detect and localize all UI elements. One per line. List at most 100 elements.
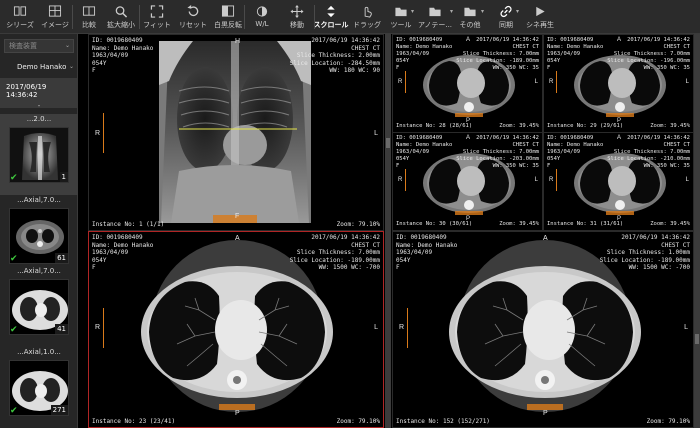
orientation-bottom: P: [235, 410, 240, 417]
toolbar-label: ドラッグ: [353, 21, 381, 29]
toolbar-drag-button[interactable]: ドラッグ: [350, 2, 384, 32]
patient-selector[interactable]: Demo Hanako ⌄: [0, 56, 78, 78]
overlay-instance: Instance No: 31 (31/61): [547, 220, 624, 227]
orientation-top: A: [617, 135, 622, 141]
orientation-left: R: [399, 324, 405, 331]
series-icon: [13, 6, 27, 16]
orientation-right: L: [684, 324, 688, 331]
modality-filter-dropdown[interactable]: 検査装置 ⌄: [4, 39, 74, 53]
series-item-axial-lung[interactable]: ...Axial,7.0... ✔ 41: [0, 266, 78, 347]
viewport-mediastinum-4[interactable]: ID: 0019680409 Name: Demo Hanako 1963/04…: [543, 132, 694, 231]
orientation-bottom: P: [466, 118, 471, 124]
overlay-study-info: 2017/06/19 14:36:42 CHEST CT Slice Thick…: [289, 234, 380, 271]
toolbar-label: リセット: [179, 21, 207, 29]
overlay-patient-info: ID: 0019680409 Name: Demo Hanako 1963/04…: [396, 135, 453, 169]
toolbar-label: スクロール: [313, 21, 349, 29]
overlay-instance: Instance No: 23 (23/41): [92, 417, 176, 425]
overlay-instance: Instance No: 1 (1/1): [92, 220, 165, 228]
toolbar-label: W/L: [255, 20, 269, 28]
orientation-left: R: [95, 324, 101, 331]
toolbar-label: その他: [459, 21, 481, 29]
study-description: -: [37, 102, 41, 110]
toolbar-label: シネ再生: [526, 21, 554, 29]
orientation-right: L: [534, 79, 538, 85]
series-item-axial-thin[interactable]: ...Axial,1.0... ✔ 271: [0, 347, 78, 428]
series-item-axial-mediastinum[interactable]: ...Axial,7.0... ✔ 61: [0, 195, 78, 276]
viewport-scout[interactable]: ID: 0019680409 Name: Demo Hanako 1963/04…: [88, 34, 384, 231]
toolbar-sync-button[interactable]: 同期 ▾: [492, 2, 520, 32]
toolbar-reset-button[interactable]: リセット: [176, 2, 210, 32]
dropdown-caret-icon: ▾: [410, 8, 414, 15]
orientation-bottom: P: [617, 118, 622, 124]
other-icon: [464, 7, 476, 17]
scroll-icon: [327, 5, 335, 18]
scrollbar-thumb[interactable]: [386, 138, 390, 148]
study-item[interactable]: 2017/06/19 14:36:42 -: [0, 78, 78, 110]
overlay-instance: Instance No: 28 (28/61): [396, 122, 473, 129]
toolbar-tool-button[interactable]: ツール ▾: [387, 2, 415, 32]
toolbar-invert-button[interactable]: 白黒反転: [210, 2, 246, 32]
scout-image: [159, 41, 311, 223]
toolbar-label: 比較: [82, 21, 96, 29]
series-item-scout[interactable]: ...2.0... ✔ 1: [0, 114, 78, 195]
overlay-zoom: Zoom: 79.10%: [336, 417, 380, 425]
toolbar-window-level-button[interactable]: W/L: [248, 2, 276, 32]
toolbar-separator: [244, 5, 245, 29]
dropdown-caret-icon: ▾: [449, 8, 453, 15]
modality-filter-placeholder: 検査装置: [9, 42, 37, 50]
cine-play-icon: [536, 6, 545, 17]
toolbar-series-button[interactable]: シリーズ: [2, 2, 38, 32]
orientation-right: L: [685, 177, 689, 183]
toolbar-cine-play-button[interactable]: シネ再生: [523, 2, 557, 32]
app-window: シリーズ イメージ 比較 拡大縮小 フィット リセット 白黒反転 W/L 移動 スクロール ドラッグ…: [0, 0, 700, 428]
viewport-lung-left[interactable]: ID: 0019680409 Name: Demo Hanako 1963/04…: [88, 231, 384, 428]
viewport-lung-right[interactable]: ID: 0019680409 Name: Demo Hanako 1963/04…: [392, 231, 694, 428]
toolbar-label: フィット: [143, 21, 171, 29]
toolbar-label: シリーズ: [6, 21, 34, 29]
orientation-right: L: [374, 130, 378, 137]
reset-icon: [187, 5, 199, 17]
image-count-badge: 41: [55, 324, 68, 334]
viewport-scrollbar[interactable]: [694, 34, 700, 428]
image-count-badge: 271: [50, 405, 68, 415]
viewport-scrollbar[interactable]: [385, 34, 391, 428]
image-viewer: ID: 0019680409 Name: Demo Hanako 1963/04…: [84, 34, 700, 428]
toolbar-scroll-button[interactable]: スクロール: [312, 2, 350, 32]
overlay-instance: Instance No: 29 (29/61): [547, 122, 624, 129]
series-name: ...Axial,7.0...: [17, 196, 61, 204]
sync-icon: [500, 5, 512, 18]
toolbar-pan-button[interactable]: 移動: [283, 2, 311, 32]
toolbar-separator: [72, 5, 73, 29]
overlay-study-info: 2017/06/19 14:36:42 CHEST CT Slice Thick…: [599, 234, 690, 271]
toolbar-zoom-button[interactable]: 拡大縮小: [104, 2, 138, 32]
overlay-zoom: Zoom: 39.45%: [499, 122, 539, 129]
study-datetime: 2017/06/19 14:36:42: [6, 83, 47, 99]
pan-icon: [290, 5, 304, 18]
toolbar-annotation-button[interactable]: アノテー... ▾: [416, 2, 454, 32]
orientation-top: A: [617, 37, 622, 43]
toolbar-other-button[interactable]: その他 ▾: [455, 2, 485, 32]
dropdown-caret-icon: ▾: [515, 8, 519, 15]
orientation-bottom: F: [235, 213, 240, 220]
orientation-right: L: [685, 79, 689, 85]
toolbar-label: アノテー...: [417, 21, 453, 29]
overlay-instance: Instance No: 152 (152/271): [396, 417, 490, 425]
chevron-down-icon: ⌄: [68, 63, 74, 70]
viewport-mediastinum-3[interactable]: ID: 0019680409 Name: Demo Hanako 1963/04…: [392, 132, 543, 231]
orientation-bottom: P: [543, 410, 548, 417]
annotation-icon: [429, 7, 441, 17]
toolbar-label: 白黒反転: [214, 21, 242, 29]
orientation-left: R: [398, 79, 403, 85]
viewport-mediastinum-2[interactable]: ID: 0019680409 Name: Demo Hanako 1963/04…: [543, 34, 694, 133]
scrollbar-thumb[interactable]: [695, 334, 699, 344]
viewport-mediastinum-1[interactable]: ID: 0019680409 Name: Demo Hanako 1963/04…: [392, 34, 543, 133]
toolbar-fit-button[interactable]: フィット: [140, 2, 174, 32]
toolbar-image-button[interactable]: イメージ: [38, 2, 72, 32]
overlay-patient-info: ID: 0019680409 Name: Demo Hanako 1963/04…: [396, 234, 458, 271]
toolbar-label: ツール: [390, 21, 412, 29]
orientation-bottom: P: [466, 216, 471, 222]
toolbar-label: 拡大縮小: [107, 21, 135, 29]
toolbar-compare-button[interactable]: 比較: [75, 2, 103, 32]
drag-icon: [364, 6, 372, 18]
series-name: ...Axial,7.0...: [17, 267, 61, 275]
